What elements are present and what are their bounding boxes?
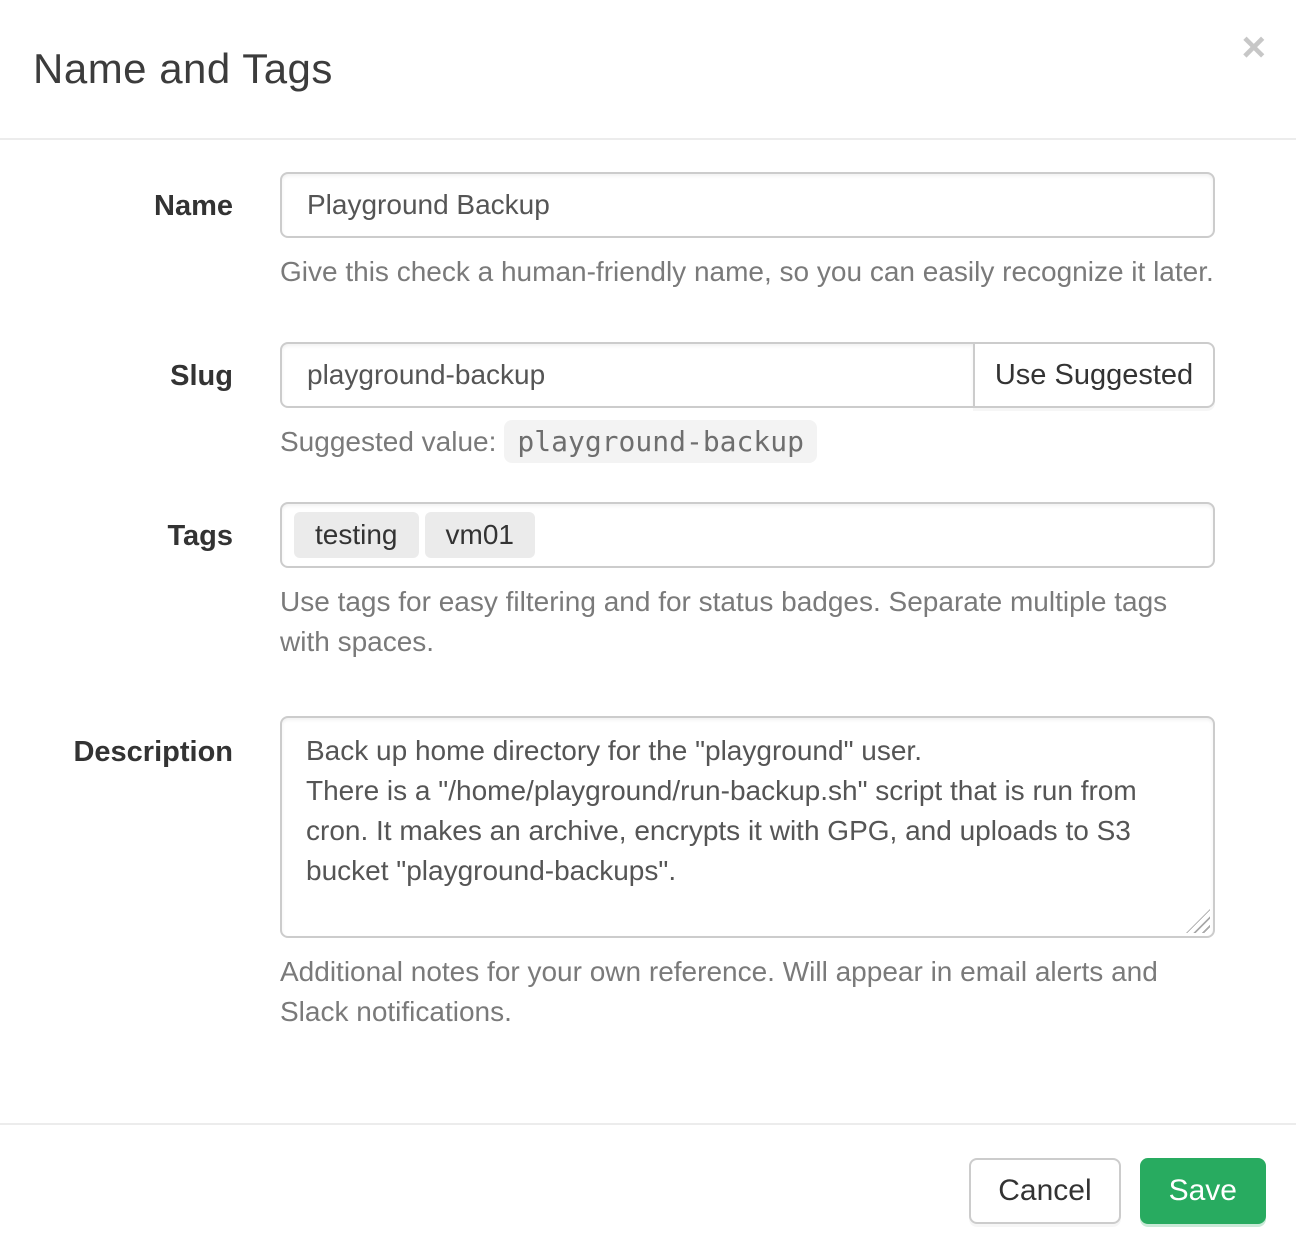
tags-field-group: Tags testing vm01 Use tags for easy filt… — [0, 502, 1296, 662]
slug-help-text: Suggested value: playground-backup — [280, 422, 1215, 462]
tags-input[interactable]: testing vm01 — [280, 502, 1215, 568]
name-and-tags-modal: Name and Tags × Name Give this check a h… — [0, 0, 1296, 1254]
suggested-value-label: Suggested value: — [280, 426, 496, 457]
name-input[interactable] — [280, 172, 1215, 238]
tags-label: Tags — [0, 502, 280, 662]
modal-body: Name Give this check a human-friendly na… — [0, 140, 1296, 1123]
page-title: Name and Tags — [33, 45, 333, 93]
name-field-group: Name Give this check a human-friendly na… — [0, 172, 1296, 292]
slug-field-col: Use Suggested Suggested value: playground… — [280, 342, 1215, 462]
modal-header: Name and Tags × — [0, 0, 1296, 140]
tag-chip: testing — [294, 512, 419, 558]
slug-input-group: Use Suggested — [280, 342, 1215, 408]
description-textarea[interactable]: Back up home directory for the "playgrou… — [280, 716, 1215, 938]
cancel-button[interactable]: Cancel — [969, 1158, 1120, 1224]
tags-field-col: testing vm01 Use tags for easy filtering… — [280, 502, 1215, 662]
description-help-text: Additional notes for your own reference.… — [280, 952, 1215, 1032]
close-icon[interactable]: × — [1237, 22, 1270, 72]
slug-field-group: Slug Use Suggested Suggested value: playg… — [0, 342, 1296, 462]
slug-label: Slug — [0, 342, 280, 462]
description-textarea-wrap: Back up home directory for the "playgrou… — [280, 716, 1215, 938]
modal-footer: Cancel Save — [0, 1123, 1296, 1254]
name-help-text: Give this check a human-friendly name, s… — [280, 252, 1215, 292]
use-suggested-button[interactable]: Use Suggested — [973, 342, 1215, 408]
description-label: Description — [0, 716, 280, 1032]
save-button[interactable]: Save — [1140, 1158, 1266, 1224]
description-field-col: Back up home directory for the "playgrou… — [280, 716, 1215, 1032]
tag-chip: vm01 — [425, 512, 535, 558]
name-label: Name — [0, 172, 280, 292]
description-field-group: Description Back up home directory for t… — [0, 716, 1296, 1032]
suggested-value-code: playground-backup — [504, 420, 817, 463]
slug-input[interactable] — [280, 342, 975, 408]
name-field-col: Give this check a human-friendly name, s… — [280, 172, 1215, 292]
tags-help-text: Use tags for easy filtering and for stat… — [280, 582, 1215, 662]
